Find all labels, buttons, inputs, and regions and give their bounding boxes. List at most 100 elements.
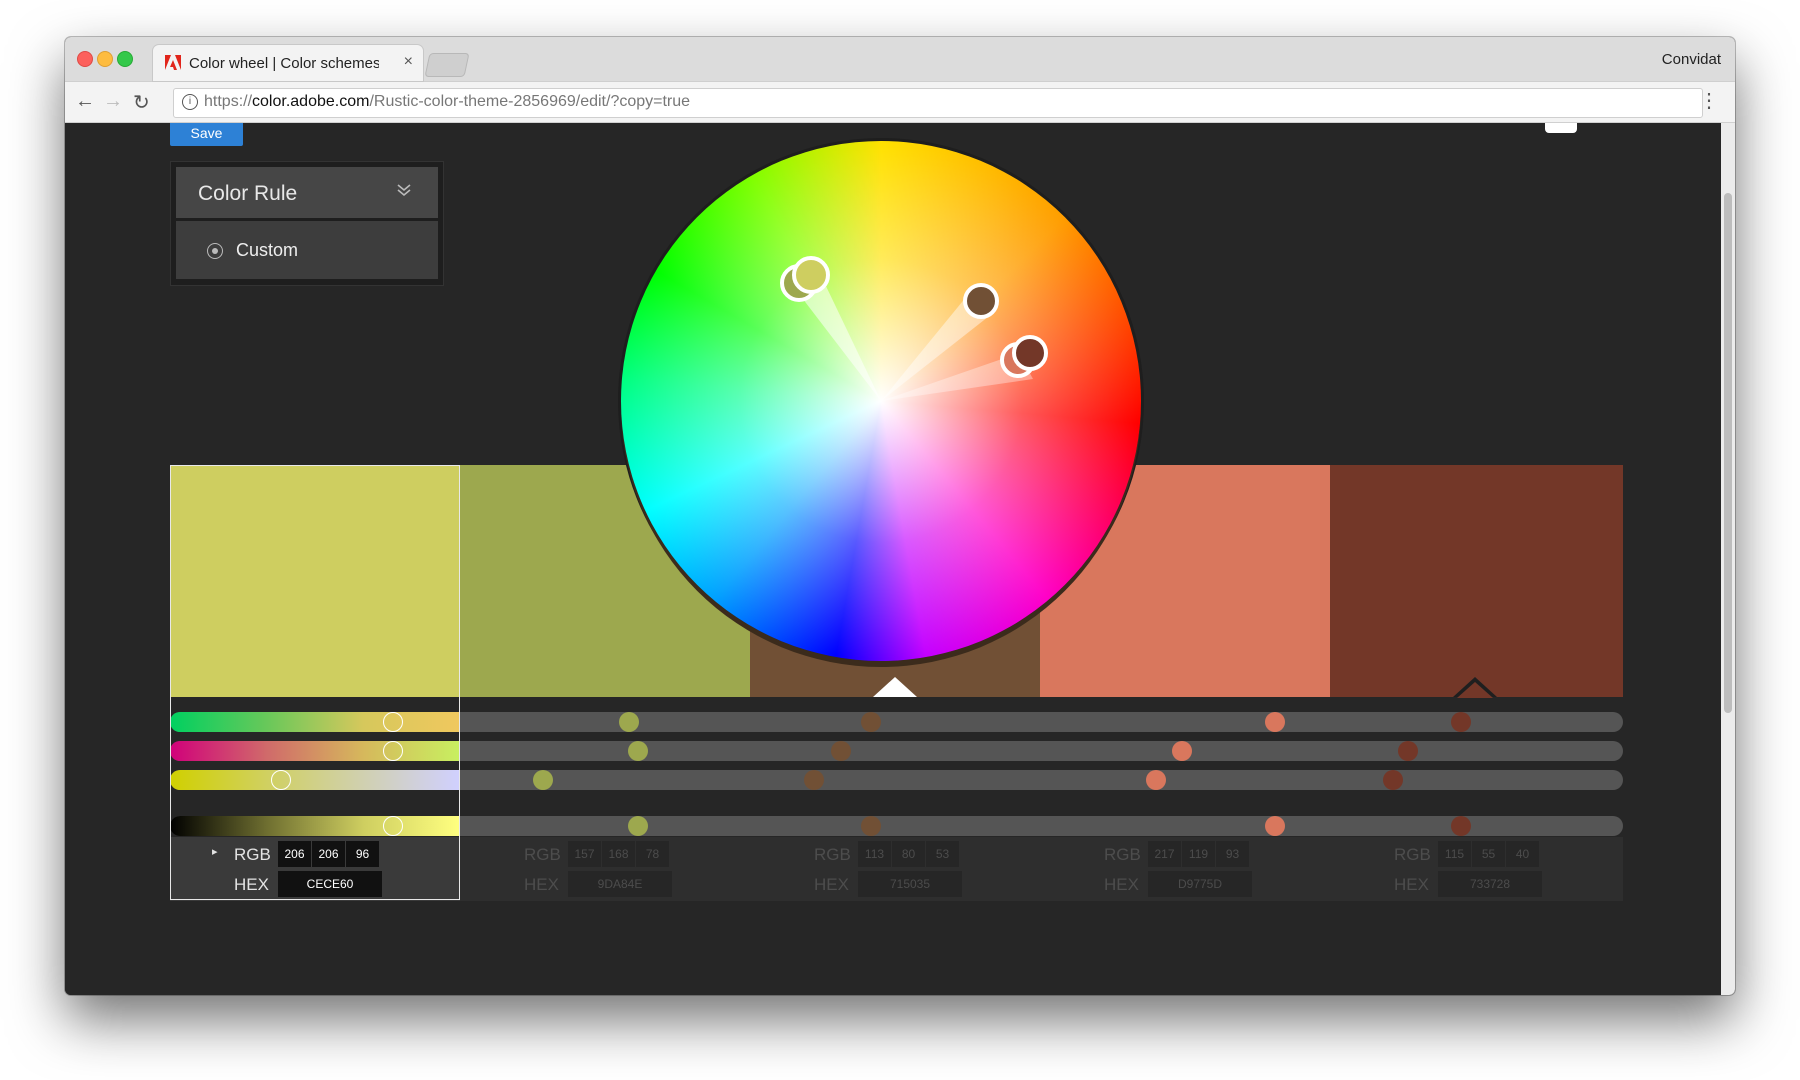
swatch-5-values: RGB 115 55 40 HEX 733728 [1330, 837, 1620, 901]
hex-label: HEX [234, 875, 269, 894]
forward-icon[interactable]: → [103, 90, 123, 113]
swatch-4-red-dot[interactable] [1265, 712, 1285, 732]
swatch-4-blue-dot[interactable] [1146, 770, 1166, 790]
scrollbar-thumb[interactable] [1724, 193, 1732, 713]
swatch-4-values: RGB 217 119 93 HEX D9775D [1040, 837, 1330, 901]
color-rule-header[interactable]: Color Rule [176, 167, 438, 218]
swatch-2-brightness-dot[interactable] [628, 816, 648, 836]
tab-title: Color wheel | Color schemes - Adobe Colo… [189, 55, 379, 72]
browser-toolbar: ← → ↻ i https://color.adobe.com/Rustic-c… [65, 82, 1735, 123]
minimize-window-button[interactable] [97, 51, 113, 67]
hex-label: HEX [1394, 875, 1429, 894]
rgb-g-field[interactable]: 80 [892, 841, 925, 867]
camera-icon[interactable] [1545, 123, 1577, 133]
rgb-g-field[interactable]: 206 [312, 841, 345, 867]
brightness-slider[interactable] [170, 816, 460, 836]
back-icon[interactable]: ← [75, 90, 95, 113]
swatch-5-red-dot[interactable] [1451, 712, 1471, 732]
page-content: Save Color Rule Custom ▸ RGB 206 206 96 … [65, 123, 1735, 995]
red-slider[interactable] [170, 712, 460, 732]
swatch-5-blue-dot[interactable] [1383, 770, 1403, 790]
color-rule-panel: Color Rule Custom [170, 161, 444, 286]
swatch-2-blue-dot[interactable] [533, 770, 553, 790]
rgb-b-field[interactable]: 93 [1216, 841, 1249, 867]
swatch-2-red-dot[interactable] [619, 712, 639, 732]
hex-label: HEX [1104, 875, 1139, 894]
hex-field[interactable]: 715035 [858, 871, 962, 897]
brightness-slider-knob[interactable] [383, 816, 403, 836]
rgb-b-field[interactable]: 53 [926, 841, 959, 867]
blue-slider-knob[interactable] [271, 770, 291, 790]
adobe-logo-icon [165, 55, 181, 70]
address-bar[interactable]: i https://color.adobe.com/Rustic-color-t… [173, 88, 1703, 118]
browser-tab[interactable]: Color wheel | Color schemes - Adobe Colo… [153, 45, 423, 81]
hex-label: HEX [814, 875, 849, 894]
rgb-g-field[interactable]: 168 [602, 841, 635, 867]
color-handle-5[interactable] [1012, 335, 1048, 371]
radio-selected-icon [207, 243, 223, 259]
color-wheel-graphic[interactable] [621, 141, 1141, 661]
rgb-label: RGB [234, 845, 271, 864]
swatch-1-full[interactable] [170, 465, 460, 697]
color-values-strip: ▸ RGB 206 206 96 HEX CECE60 RGB 157 168 … [170, 837, 1623, 901]
rgb-r-field[interactable]: 217 [1148, 841, 1181, 867]
hex-field[interactable]: 733728 [1438, 871, 1542, 897]
info-icon[interactable]: i [182, 94, 198, 110]
swatch-marker-inner-icon [1457, 682, 1493, 698]
rgb-b-field[interactable]: 40 [1506, 841, 1539, 867]
rgb-label: RGB [524, 845, 561, 864]
color-handle-3[interactable] [963, 283, 999, 319]
rgb-r-field[interactable]: 206 [278, 841, 311, 867]
reload-icon[interactable]: ↻ [133, 90, 150, 115]
swatch-3-brightness-dot[interactable] [861, 816, 881, 836]
new-tab-button[interactable] [424, 53, 470, 77]
swatch-3-blue-dot[interactable] [804, 770, 824, 790]
browser-window: Color wheel | Color schemes - Adobe Colo… [65, 37, 1735, 995]
color-rule-title: Color Rule [198, 182, 298, 205]
rgb-b-field[interactable]: 78 [636, 841, 669, 867]
maximize-window-button[interactable] [117, 51, 133, 67]
expand-icon[interactable]: ▸ [212, 845, 218, 858]
swatch-3-red-dot[interactable] [861, 712, 881, 732]
rgb-label: RGB [814, 845, 851, 864]
rgb-r-field[interactable]: 157 [568, 841, 601, 867]
url-text: https://color.adobe.com/Rustic-color-the… [204, 93, 690, 111]
blue-slider[interactable] [170, 770, 460, 790]
browser-menu-icon[interactable]: ⋮ [1699, 88, 1719, 113]
red-slider-knob[interactable] [383, 712, 403, 732]
swatch-2-values: RGB 157 168 78 HEX 9DA84E [460, 837, 750, 901]
hex-field[interactable]: D9775D [1148, 871, 1252, 897]
swatch-4-green-dot[interactable] [1172, 741, 1192, 761]
swatch-3-values: RGB 113 80 53 HEX 715035 [750, 837, 1040, 901]
rgb-b-field[interactable]: 96 [346, 841, 379, 867]
save-button[interactable]: Save [170, 123, 243, 146]
swatch-1-values: ▸ RGB 206 206 96 HEX CECE60 [170, 837, 460, 901]
chevron-down-icon[interactable] [396, 183, 412, 197]
color-handle-1[interactable] [792, 256, 830, 294]
hex-field[interactable]: 9DA84E [568, 871, 672, 897]
color-wheel[interactable] [621, 141, 1141, 661]
rgb-g-field[interactable]: 119 [1182, 841, 1215, 867]
tab-close-icon[interactable]: × [404, 53, 413, 71]
color-rule-option-custom[interactable]: Custom [176, 221, 438, 279]
swatch-2-green-dot[interactable] [628, 741, 648, 761]
page-scrollbar[interactable] [1721, 123, 1735, 995]
url-domain: color.adobe.com [252, 93, 370, 110]
url-prefix: https:// [204, 93, 253, 110]
swatch-5-green-dot[interactable] [1398, 741, 1418, 761]
base-color-marker-icon[interactable] [873, 677, 917, 697]
rgb-label: RGB [1394, 845, 1431, 864]
swatch-4-brightness-dot[interactable] [1265, 816, 1285, 836]
rgb-r-field[interactable]: 115 [1438, 841, 1471, 867]
rgb-r-field[interactable]: 113 [858, 841, 891, 867]
hex-field[interactable]: CECE60 [278, 871, 382, 897]
profile-name[interactable]: Convidat [1662, 51, 1721, 68]
swatch-5[interactable] [1330, 465, 1623, 697]
close-window-button[interactable] [77, 51, 93, 67]
swatch-3-green-dot[interactable] [831, 741, 851, 761]
url-path: /Rustic-color-theme-2856969/edit/?copy=t… [369, 93, 691, 110]
green-slider-knob[interactable] [383, 741, 403, 761]
swatch-5-brightness-dot[interactable] [1451, 816, 1471, 836]
green-slider[interactable] [170, 741, 460, 761]
rgb-g-field[interactable]: 55 [1472, 841, 1505, 867]
